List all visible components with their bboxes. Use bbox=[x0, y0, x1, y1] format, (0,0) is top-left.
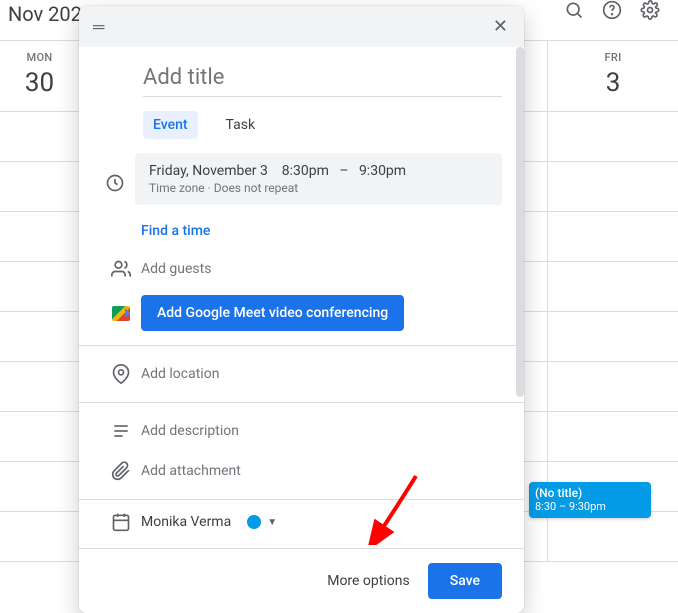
scrollbar[interactable] bbox=[516, 47, 524, 397]
event-date: Friday, November 3 bbox=[149, 163, 268, 179]
calendar-icon bbox=[101, 512, 141, 532]
location-icon bbox=[101, 364, 141, 384]
add-google-meet-button[interactable]: Add Google Meet video conferencing bbox=[141, 295, 404, 331]
save-button[interactable]: Save bbox=[428, 563, 502, 599]
add-attachment-input[interactable]: Add attachment bbox=[141, 463, 502, 479]
day-num-fri[interactable]: 3 bbox=[548, 68, 678, 98]
event-start-time: 8:30pm bbox=[282, 163, 329, 179]
event-time-sub: Time zone · Does not repeat bbox=[149, 181, 488, 195]
add-guests-input[interactable]: Add guests bbox=[141, 261, 502, 277]
tab-event[interactable]: Event bbox=[143, 111, 198, 139]
add-location-input[interactable]: Add location bbox=[141, 366, 502, 382]
time-separator: – bbox=[339, 163, 348, 179]
people-icon bbox=[101, 259, 141, 279]
event-time-block[interactable]: Friday, November 3 8:30pm – 9:30pm Time … bbox=[135, 153, 502, 205]
day-num-mon[interactable]: 30 bbox=[0, 68, 79, 98]
day-label-mon: MON bbox=[0, 51, 79, 64]
find-a-time-link[interactable]: Find a time bbox=[79, 213, 524, 249]
event-end-time: 9:30pm bbox=[359, 163, 406, 179]
close-icon[interactable]: ✕ bbox=[487, 10, 514, 43]
event-editor-modal: ═ ✕ Event Task Friday, November 3 8:30pm… bbox=[79, 6, 524, 613]
add-description-input[interactable]: Add description bbox=[141, 423, 502, 439]
drag-handle-icon[interactable]: ═ bbox=[89, 13, 108, 41]
google-meet-icon bbox=[101, 306, 141, 321]
calendar-event-chip[interactable]: (No title) 8:30 – 9:30pm bbox=[529, 482, 651, 518]
help-icon[interactable] bbox=[602, 0, 622, 24]
event-chip-time: 8:30 – 9:30pm bbox=[535, 500, 645, 513]
chevron-down-icon[interactable]: ▼ bbox=[267, 517, 277, 528]
more-options-button[interactable]: More options bbox=[327, 573, 410, 589]
event-title-input[interactable] bbox=[143, 63, 502, 97]
attachment-icon bbox=[101, 461, 141, 481]
description-icon bbox=[101, 421, 141, 441]
day-label-fri: FRI bbox=[548, 51, 678, 64]
clock-icon bbox=[105, 173, 125, 197]
search-icon[interactable] bbox=[564, 0, 584, 24]
calendar-color-dot[interactable] bbox=[247, 515, 261, 529]
settings-icon[interactable] bbox=[640, 0, 660, 24]
event-chip-title: (No title) bbox=[535, 486, 645, 500]
organizer-name[interactable]: Monika Verma bbox=[141, 514, 231, 530]
tab-task[interactable]: Task bbox=[216, 111, 266, 139]
